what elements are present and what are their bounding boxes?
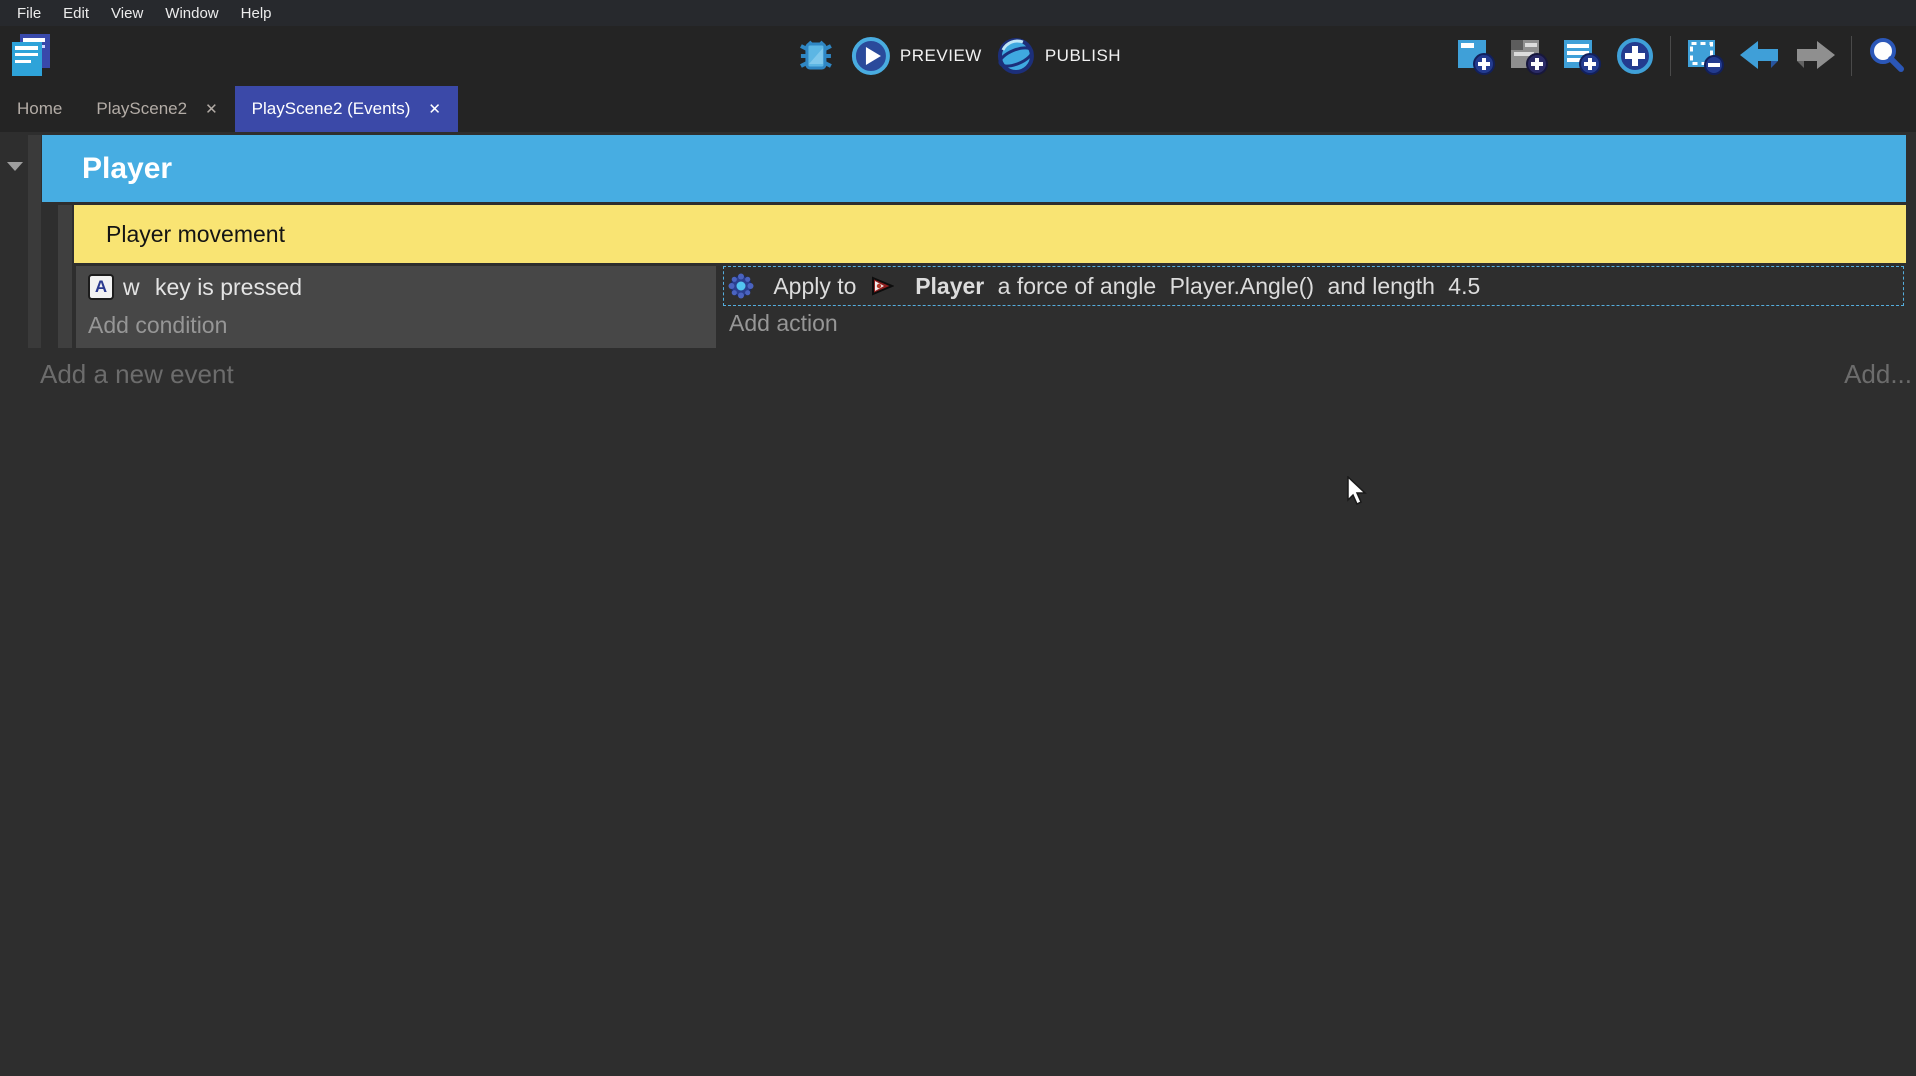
toolbar: PREVIEW PUBLISH	[0, 26, 1916, 86]
condition-row[interactable]: A w key is pressed	[76, 266, 716, 303]
menu-bar: File Edit View Window Help	[0, 0, 1916, 26]
add-event-icon[interactable]	[1455, 35, 1497, 77]
menu-view[interactable]: View	[100, 5, 154, 22]
publish-label: PUBLISH	[1045, 46, 1121, 66]
undo-icon[interactable]	[1738, 35, 1782, 77]
publish-button[interactable]: PUBLISH	[996, 36, 1121, 76]
action-row-selected[interactable]: Apply to Player a force of angle Player.…	[723, 266, 1904, 306]
toolbar-separator	[1670, 36, 1671, 76]
debugger-icon[interactable]	[795, 34, 837, 78]
action-suffix: and length	[1321, 273, 1441, 300]
project-manager-icon[interactable]	[10, 32, 56, 80]
add-new-event-button[interactable]: Add a new event	[40, 359, 234, 390]
player-object-icon	[870, 220, 908, 352]
preview-play-icon	[851, 36, 891, 76]
action-prefix: Apply to	[773, 273, 863, 300]
toolbar-center: PREVIEW PUBLISH	[795, 26, 1121, 86]
keyboard-key-icon: A	[88, 274, 114, 300]
mouse-cursor	[1346, 476, 1370, 508]
menu-edit[interactable]: Edit	[52, 5, 100, 22]
tab-home[interactable]: Home	[0, 86, 79, 132]
publish-globe-icon	[996, 36, 1036, 76]
action-object-name: Player	[915, 273, 984, 300]
menu-window[interactable]: Window	[154, 5, 229, 22]
group-fold-column[interactable]	[28, 135, 41, 348]
action-expression: Player.Angle()	[1170, 273, 1314, 300]
event-drag-column[interactable]	[58, 205, 72, 348]
add-comment-icon[interactable]	[1561, 35, 1603, 77]
action-value: 4.5	[1448, 273, 1480, 300]
tab-bar: Home PlayScene2 ✕ PlayScene2 (Events) ✕	[0, 86, 1916, 132]
menu-file[interactable]: File	[6, 5, 52, 22]
close-icon[interactable]: ✕	[428, 102, 441, 117]
chevron-down-icon[interactable]	[7, 162, 23, 171]
condition-text: key is pressed	[149, 274, 302, 301]
event-group-header[interactable]: Player	[42, 135, 1906, 202]
preview-button[interactable]: PREVIEW	[851, 36, 982, 76]
preview-label: PREVIEW	[900, 46, 982, 66]
comment-event[interactable]: Player movement	[74, 205, 1906, 263]
add-action-button[interactable]: Add action	[729, 310, 838, 337]
tab-label: Home	[17, 99, 62, 119]
tab-label: PlayScene2 (Events)	[252, 99, 411, 119]
conditions-column[interactable]: A w key is pressed Add condition	[76, 266, 716, 348]
search-icon[interactable]	[1866, 35, 1908, 77]
toolbar-separator	[1851, 36, 1852, 76]
events-sheet: Player Player movement A w key is presse…	[0, 132, 1916, 1076]
tab-playscene2-events[interactable]: PlayScene2 (Events) ✕	[235, 86, 458, 132]
header: PREVIEW PUBLISH	[0, 26, 1916, 132]
add-more-button[interactable]: Add...	[1844, 359, 1912, 390]
add-condition-button[interactable]: Add condition	[88, 312, 716, 339]
delete-selection-icon[interactable]	[1685, 35, 1727, 77]
add-subevent-icon[interactable]	[1508, 35, 1550, 77]
action-middle: a force of angle	[991, 273, 1162, 300]
add-circle-icon[interactable]	[1614, 35, 1656, 77]
condition-key-token: w	[123, 274, 140, 301]
menu-help[interactable]: Help	[230, 5, 283, 22]
toolbar-right	[1455, 26, 1908, 86]
tab-playscene2[interactable]: PlayScene2 ✕	[79, 86, 234, 132]
tab-label: PlayScene2	[96, 99, 187, 119]
close-icon[interactable]: ✕	[205, 102, 218, 117]
redo-icon[interactable]	[1793, 35, 1837, 77]
